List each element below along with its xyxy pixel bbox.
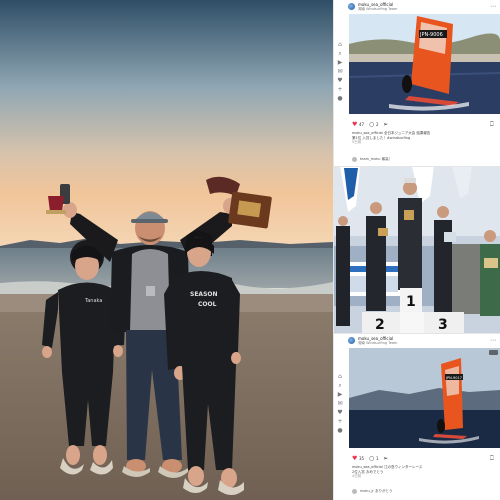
main-beach-photo: Tanaka SEASON COOL <box>0 0 333 500</box>
share-icon[interactable]: ➢ <box>383 455 388 463</box>
profile-icon[interactable]: ● <box>334 94 346 103</box>
side-nav: ⌂ ⌕ ▶ ✉ ♥ + ● <box>334 40 346 103</box>
profile-icon[interactable]: ● <box>334 426 346 435</box>
commenter-avatar[interactable] <box>352 489 357 494</box>
post-subtitle: 湘南 Windsurfing Team <box>358 341 398 345</box>
left-wetsuit-logo: Tanaka <box>84 298 102 304</box>
action-row: ♥ 47 ○ 2 ➢ ⎕ <box>352 121 498 129</box>
side-nav: ⌂ ⌕ ▶ ✉ ♥ + ● <box>334 372 346 435</box>
sail-number: JPN-9017 <box>445 376 462 380</box>
like-count: 47 <box>359 122 365 127</box>
messages-icon[interactable]: ✉ <box>334 399 346 408</box>
podium-number-1: 1 <box>406 294 416 310</box>
post-card-3: moku_sea_official 湘南 Windsurfing Team ⋯ … <box>334 334 500 500</box>
comment-text: team_moku 最高！ <box>360 157 393 161</box>
sail-number: JPN-9006 <box>419 32 443 38</box>
comment-count: 2 <box>376 122 379 127</box>
podium-number-3: 3 <box>438 317 448 333</box>
post-header: moku_sea_official 湘南 Windsurfing Team ⋯ <box>348 2 498 12</box>
podium-photo: 1 2 3 <box>334 166 500 334</box>
account-avatar[interactable] <box>348 3 355 10</box>
search-icon[interactable]: ⌕ <box>334 49 346 58</box>
notifications-icon[interactable]: ♥ <box>334 408 346 417</box>
like-count: 35 <box>359 456 365 461</box>
account-avatar[interactable] <box>348 337 355 344</box>
bookmark-icon[interactable]: ⎕ <box>490 121 494 129</box>
post-time: 5日前 <box>352 140 362 144</box>
reels-icon[interactable]: ▶ <box>334 58 346 67</box>
create-icon[interactable]: + <box>334 417 346 426</box>
more-icon[interactable]: ⋯ <box>490 4 496 10</box>
post-image-windsurfer[interactable]: JPN-9006 <box>349 14 500 114</box>
home-icon[interactable]: ⌂ <box>334 40 346 49</box>
like-icon[interactable]: ♥ <box>352 121 357 129</box>
share-icon[interactable]: ➢ <box>383 121 388 129</box>
comment-row: team_moku 最高！ <box>352 157 498 163</box>
post-card-1: moku_sea_official 湘南 Windsurfing Team ⋯ … <box>334 0 500 166</box>
bookmark-icon[interactable]: ⎕ <box>490 455 494 463</box>
more-icon[interactable]: ⋯ <box>490 338 496 344</box>
caption: moku_sea_official 江の島ウィンターレース 2位入賞 おめでとう… <box>352 465 496 479</box>
comment-count: 1 <box>376 456 379 461</box>
post-card-2: 1 2 3 <box>334 166 500 334</box>
beach-scene: Tanaka SEASON COOL <box>0 0 333 500</box>
search-icon[interactable]: ⌕ <box>334 381 346 390</box>
right-wetsuit-logo-line-1: SEASON <box>190 291 218 298</box>
commenter-avatar[interactable] <box>352 157 357 162</box>
post-divider <box>334 166 500 167</box>
comment-icon[interactable]: ○ <box>369 121 374 129</box>
home-icon[interactable]: ⌂ <box>334 372 346 381</box>
create-icon[interactable]: + <box>334 85 346 94</box>
post-image-podium[interactable]: 1 2 3 <box>334 166 500 334</box>
caption: moku_sea_official 全日本ジュニア大会 結果報告 第1位 入賞し… <box>352 131 496 145</box>
comment-icon[interactable]: ○ <box>369 455 374 463</box>
notifications-icon[interactable]: ♥ <box>334 76 346 85</box>
post-subtitle: 湘南 Windsurfing Team <box>358 7 398 11</box>
like-icon[interactable]: ♥ <box>352 455 357 463</box>
reels-icon[interactable]: ▶ <box>334 390 346 399</box>
comment-text: moku_jr ありがとう <box>360 489 393 493</box>
comment-row: moku_jr ありがとう <box>352 489 498 495</box>
windsurf-photo: JPN-9017 <box>349 348 500 448</box>
post-time: 4日前 <box>352 474 362 478</box>
action-row: ♥ 35 ○ 1 ➢ ⎕ <box>352 455 498 463</box>
messages-icon[interactable]: ✉ <box>334 67 346 76</box>
post-image-windsurfer[interactable]: JPN-9017 <box>349 348 500 448</box>
right-wetsuit-logo-line-2: COOL <box>198 301 217 308</box>
windsurf-photo: JPN-9006 <box>349 14 500 114</box>
post-header: moku_sea_official 湘南 Windsurfing Team ⋯ <box>348 336 498 346</box>
podium-number-2: 2 <box>375 317 385 333</box>
